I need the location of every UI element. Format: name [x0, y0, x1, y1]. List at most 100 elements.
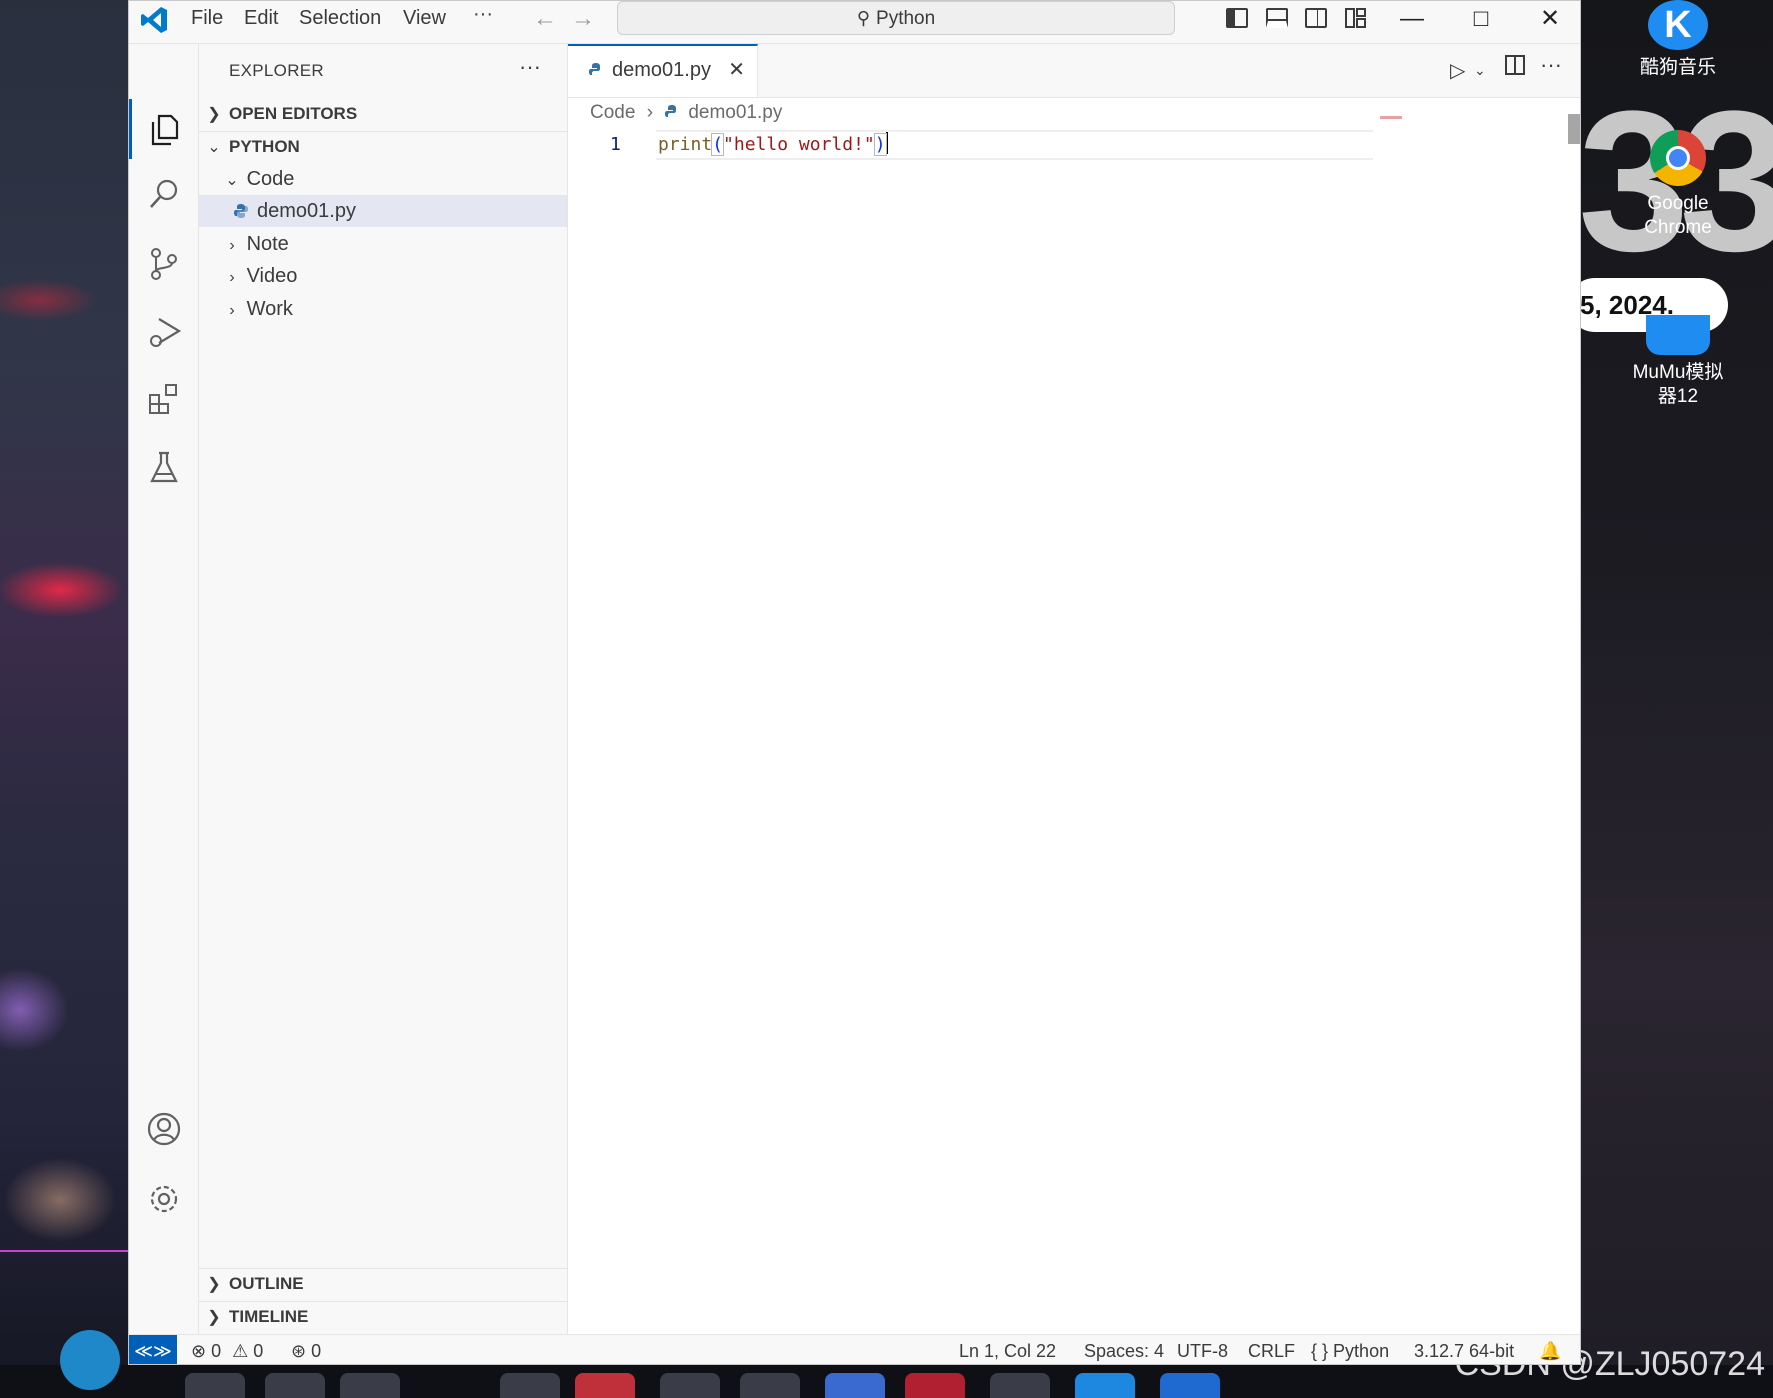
taskbar-app[interactable] — [740, 1373, 800, 1398]
customize-layout-icon[interactable] — [1345, 8, 1367, 28]
testing-activity[interactable] — [129, 437, 198, 497]
workspace-section[interactable]: ⌄ PYTHON — [199, 132, 567, 162]
problems-indicator[interactable]: ⊗ 0 ⚠ 0 — [191, 1335, 264, 1364]
taskbar-app[interactable] — [905, 1373, 965, 1398]
maximize-button[interactable]: □ — [1450, 1, 1512, 37]
encoding[interactable]: UTF-8 — [1177, 1335, 1228, 1364]
chevron-down-icon[interactable]: ⌄ — [1474, 62, 1486, 79]
taskbar-app[interactable] — [185, 1373, 245, 1398]
forward-arrow-icon[interactable]: → — [571, 5, 595, 33]
tree-folder-note[interactable]: › Note — [199, 228, 567, 260]
remote-indicator[interactable]: ≪≫ — [129, 1335, 177, 1364]
tree-item-label: Video — [246, 265, 298, 287]
toggle-panel-icon[interactable] — [1266, 8, 1288, 28]
command-center-search[interactable]: ⚲ Python — [617, 1, 1175, 35]
taskbar-app[interactable] — [825, 1373, 885, 1398]
ports-indicator[interactable]: ⊛ 0 — [291, 1335, 321, 1364]
menu-file[interactable]: File — [191, 7, 223, 30]
code-line[interactable]: print("hello world!") — [658, 132, 888, 156]
split-editor-icon[interactable] — [1504, 54, 1526, 82]
accounts-activity[interactable] — [129, 1099, 198, 1159]
gear-icon — [150, 1185, 177, 1213]
taskbar-app[interactable] — [660, 1373, 720, 1398]
chevron-right-icon: ❯ — [207, 1276, 221, 1293]
outline-section[interactable]: ❯ OUTLINE — [199, 1269, 567, 1299]
tree-item-label: demo01.py — [257, 200, 356, 222]
desktop-icon-kugou[interactable]: K 酷狗音乐 — [1630, 0, 1726, 80]
source-control-activity[interactable] — [129, 234, 198, 294]
warning-icon: ⚠ — [232, 1341, 249, 1361]
section-label: PYTHON — [229, 137, 300, 156]
desktop-icon-label: MuMu模拟器12 — [1632, 362, 1724, 407]
taskbar-app[interactable] — [575, 1373, 635, 1398]
python-file-icon — [665, 105, 677, 117]
tree-item-label: Note — [246, 233, 289, 255]
language-mode[interactable]: { } Python — [1311, 1335, 1390, 1364]
breadcrumb-file[interactable]: demo01.py — [688, 102, 782, 123]
tree-item-label: Code — [246, 168, 295, 190]
cursor-position[interactable]: Ln 1, Col 22 — [959, 1335, 1056, 1364]
explorer-activity[interactable] — [129, 99, 198, 159]
line-ending[interactable]: CRLF — [1248, 1335, 1295, 1364]
code-open-paren: ( — [711, 133, 725, 156]
menu-more[interactable]: ··· — [473, 3, 493, 26]
remote-icon: ≪≫ — [134, 1341, 172, 1361]
search-activity[interactable] — [129, 164, 198, 224]
back-arrow-icon[interactable]: ← — [533, 5, 557, 33]
tree-folder-code[interactable]: ⌄ Code — [199, 163, 567, 195]
explorer-more-actions[interactable]: ··· — [519, 54, 541, 80]
edge-taskbar-icon[interactable] — [60, 1330, 120, 1390]
tree-item-label: Work — [246, 298, 293, 320]
breadcrumb-folder[interactable]: Code — [590, 102, 635, 123]
indentation[interactable]: Spaces: 4 — [1084, 1335, 1164, 1364]
desktop-icon-label: Google Chrome — [1644, 193, 1712, 238]
tree-file-demo01[interactable]: demo01.py — [199, 195, 567, 227]
status-bar: ≪≫ ⊗ 0 ⚠ 0 ⊛ 0 Ln 1, Col 22 Spaces: 4 UT… — [129, 1334, 1580, 1364]
vscode-window: File Edit Selection View ··· ← → ⚲ Python… — [128, 0, 1581, 1365]
tab-demo01[interactable]: demo01.py ✕ — [568, 44, 758, 97]
run-python-icon[interactable]: ▷ — [1450, 58, 1465, 83]
title-bar: File Edit Selection View ··· ← → ⚲ Python… — [129, 1, 1580, 44]
toggle-primary-sidebar-icon[interactable] — [1226, 8, 1248, 28]
toggle-secondary-sidebar-icon[interactable] — [1305, 8, 1327, 28]
desktop-icon-chrome[interactable]: Google Chrome — [1630, 130, 1726, 240]
more-actions-icon[interactable]: ··· — [1540, 52, 1562, 78]
menu-edit[interactable]: Edit — [244, 7, 278, 30]
desktop-icon-label: 酷狗音乐 — [1639, 57, 1716, 78]
taskbar-app[interactable] — [265, 1373, 325, 1398]
extensions-activity[interactable] — [129, 369, 198, 429]
manage-activity[interactable] — [129, 1169, 198, 1229]
close-window-button[interactable]: ✕ — [1519, 1, 1580, 37]
code-function: print — [658, 134, 713, 155]
broadcast-icon: ⊛ — [291, 1341, 307, 1361]
python-interpreter[interactable]: 3.12.7 64-bit — [1414, 1335, 1514, 1364]
language-label: Python — [1333, 1341, 1390, 1361]
error-count: 0 — [211, 1341, 222, 1361]
taskbar-app[interactable] — [1075, 1373, 1135, 1398]
menu-selection[interactable]: Selection — [299, 7, 381, 30]
section-label: TIMELINE — [229, 1307, 309, 1326]
kugou-icon: K — [1648, 0, 1708, 50]
chevron-right-icon: ❯ — [207, 1309, 221, 1326]
taskbar-app[interactable] — [340, 1373, 400, 1398]
menu-view[interactable]: View — [403, 7, 446, 30]
run-debug-icon — [149, 318, 181, 347]
notifications-bell-icon[interactable]: 🔔 — [1539, 1335, 1561, 1364]
tree-folder-video[interactable]: › Video — [199, 260, 567, 292]
taskbar-app[interactable] — [990, 1373, 1050, 1398]
extensions-icon — [148, 384, 177, 414]
minimap[interactable] — [1380, 116, 1402, 119]
run-debug-activity[interactable] — [129, 302, 198, 362]
timeline-section[interactable]: ❯ TIMELINE — [199, 1302, 567, 1332]
close-icon[interactable]: ✕ — [728, 46, 745, 95]
taskbar-app[interactable] — [1160, 1373, 1220, 1398]
minimize-button[interactable]: — — [1381, 1, 1443, 37]
tree-folder-work[interactable]: › Work — [199, 293, 567, 325]
vertical-scrollbar[interactable] — [1568, 114, 1580, 144]
chevron-right-icon: › — [646, 102, 654, 123]
search-icon — [149, 179, 177, 208]
open-editors-section[interactable]: ❯ OPEN EDITORS — [199, 99, 567, 129]
warning-count: 0 — [253, 1341, 264, 1361]
desktop-icon-mumu[interactable]: MuMu模拟器12 — [1630, 315, 1726, 409]
taskbar-app[interactable] — [500, 1373, 560, 1398]
